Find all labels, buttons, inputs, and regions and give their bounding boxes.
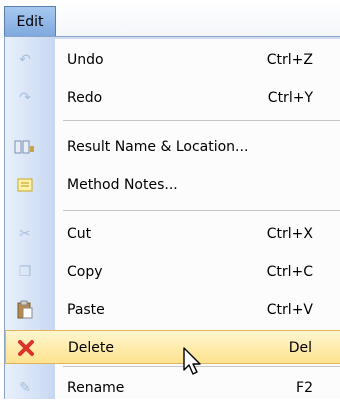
menu-top-strip (55, 37, 340, 39)
menu-item-label: Undo (67, 52, 104, 68)
cut-icon: ✂ (19, 226, 31, 242)
paste-icon (13, 300, 37, 319)
redo-icon: ↷ (19, 90, 31, 106)
menu-item-paste[interactable]: Paste Ctrl+V (5, 293, 340, 327)
menu-item-shortcut: Ctrl+Y (267, 90, 313, 106)
menu-item-label: Paste (67, 302, 105, 318)
menu-item-undo[interactable]: ↶ Undo Ctrl+Z (5, 43, 340, 77)
menu-item-rename[interactable]: ✎ Rename F2 (5, 371, 340, 405)
mouse-cursor-icon (183, 347, 201, 375)
undo-icon: ↶ (19, 52, 31, 68)
menu-item-shortcut: F2 (296, 380, 313, 396)
menu-item-label: Copy (67, 264, 103, 280)
menu-item-label: Method Notes... (67, 177, 178, 193)
menu-item-redo[interactable]: ↷ Redo Ctrl+Y (5, 81, 340, 115)
edit-dropdown-menu: ↶ Undo Ctrl+Z ↷ Redo Ctrl+Y Result Name … (4, 36, 340, 399)
menu-item-label: Result Name & Location... (67, 139, 249, 155)
menu-item-result-name-location[interactable]: Result Name & Location... (5, 130, 340, 164)
notes-icon (13, 176, 37, 194)
menu-item-delete[interactable]: Delete Del (5, 330, 340, 364)
edit-menu-title[interactable]: Edit (4, 6, 56, 36)
menu-item-copy[interactable]: ❐ Copy Ctrl+C (5, 255, 340, 289)
menu-item-label: Rename (67, 380, 125, 396)
menu-bar: Edit (0, 0, 340, 38)
copy-icon: ❐ (18, 264, 32, 280)
menu-item-label: Delete (68, 340, 114, 356)
delete-icon (14, 339, 38, 357)
rename-icon: ✎ (19, 380, 31, 396)
menu-item-shortcut: Ctrl+C (266, 264, 313, 280)
menu-separator (63, 120, 340, 121)
menu-item-cut[interactable]: ✂ Cut Ctrl+X (5, 217, 340, 251)
menu-separator (63, 210, 340, 211)
menu-item-label: Redo (67, 90, 103, 106)
menu-item-shortcut: Ctrl+Z (266, 52, 313, 68)
menu-item-label: Cut (67, 226, 92, 242)
menu-item-shortcut: Del (288, 340, 312, 356)
menu-item-shortcut: Ctrl+X (266, 226, 313, 242)
result-name-icon (13, 138, 37, 156)
menu-item-shortcut: Ctrl+V (266, 302, 313, 318)
menu-item-method-notes[interactable]: Method Notes... (5, 168, 340, 202)
